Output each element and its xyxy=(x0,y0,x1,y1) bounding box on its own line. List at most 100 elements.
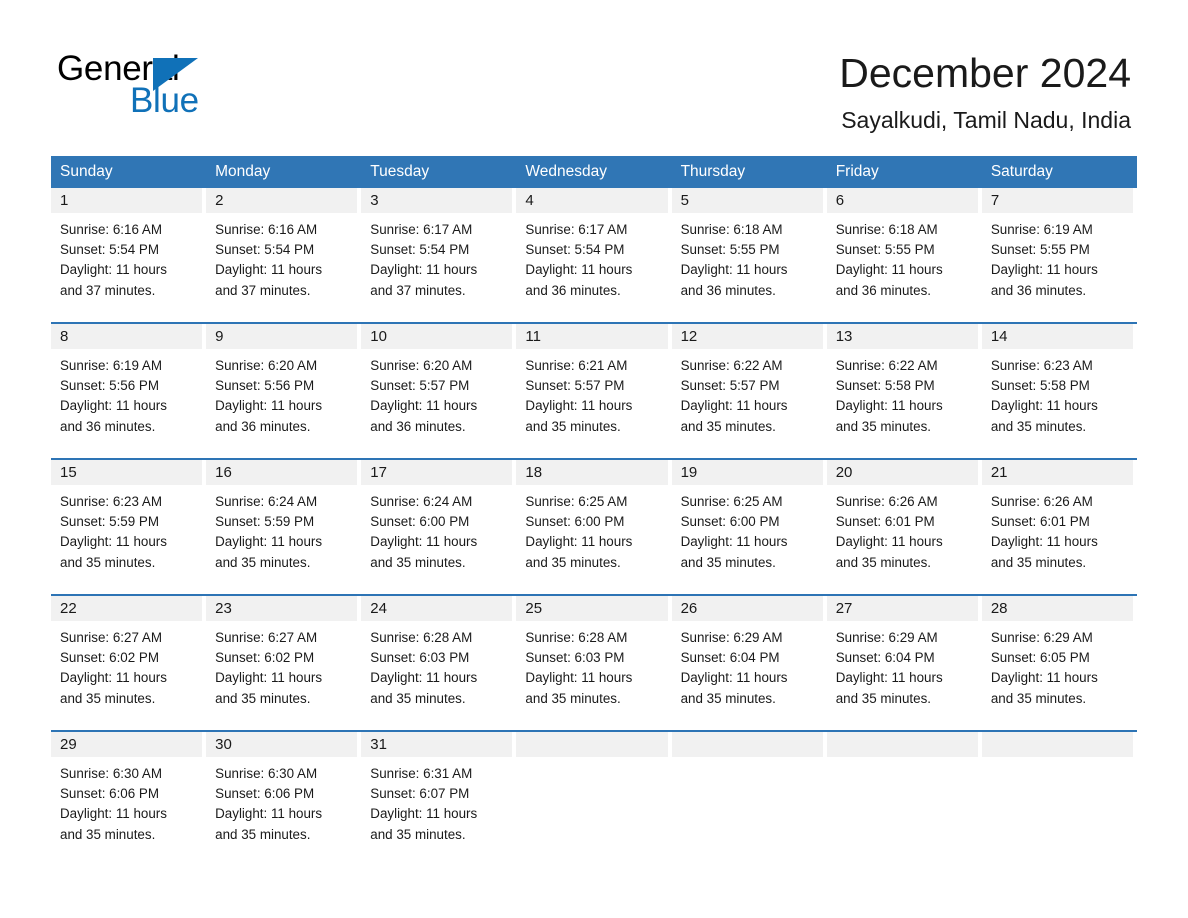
day-detail-daylight-line1: Daylight: 11 hours xyxy=(215,806,323,822)
day-number-band xyxy=(516,732,668,757)
day-detail-sunrise: Sunrise: 6:23 AM xyxy=(990,358,1093,373)
day-detail-daylight-line2: and 35 minutes. xyxy=(680,690,776,706)
day-detail-sunrise: Sunrise: 6:24 AM xyxy=(215,494,318,509)
day-number-band: 21 xyxy=(981,460,1133,485)
calendar-day-cell[interactable]: 6 Sunrise: 6:18 AM Sunset: 5:55 PM Daylight… xyxy=(826,188,982,313)
day-detail-daylight-line2: and 35 minutes. xyxy=(835,554,931,570)
calendar-day-cell[interactable]: 7 Sunrise: 6:19 AM Sunset: 5:55 PM Daylight… xyxy=(981,188,1137,313)
calendar-day-cell[interactable]: 22 Sunrise: 6:27 AM Sunset: 6:02 PM Dayligh… xyxy=(51,596,206,721)
day-details: Sunrise: 6:18 AM Sunset: 5:55 PM Daylight:… xyxy=(672,213,823,313)
calendar-day-cell[interactable]: 16 Sunrise: 6:24 AM Sunset: 5:59 PM Dayligh… xyxy=(206,460,361,585)
day-detail-sunrise: Sunrise: 6:25 AM xyxy=(680,494,783,509)
calendar-day-cell[interactable]: 13 Sunrise: 6:22 AM Sunset: 5:58 PM Dayligh… xyxy=(826,324,982,449)
day-details: Sunrise: 6:31 AM Sunset: 6:07 PM Daylight:… xyxy=(361,757,512,857)
calendar-day-cell[interactable]: 23 Sunrise: 6:27 AM Sunset: 6:02 PM Dayligh… xyxy=(206,596,361,721)
calendar-day-cell[interactable]: 26 Sunrise: 6:29 AM Sunset: 6:04 PM Dayligh… xyxy=(671,596,827,721)
calendar-day-cell[interactable]: 24 Sunrise: 6:28 AM Sunset: 6:03 PM Dayligh… xyxy=(361,596,516,721)
day-detail-daylight-line2: and 35 minutes. xyxy=(370,826,466,842)
location-subtitle: Sayalkudi, Tamil Nadu, India xyxy=(841,107,1131,133)
day-number-band: 17 xyxy=(361,460,513,485)
day-number: 15 xyxy=(60,464,77,481)
day-number-band: 28 xyxy=(981,596,1133,621)
day-detail-sunset: Sunset: 6:04 PM xyxy=(835,650,935,666)
day-details: Sunrise: 6:30 AM Sunset: 6:06 PM Daylight:… xyxy=(51,757,202,857)
calendar-day-cell[interactable]: 1 Sunrise: 6:16 AM Sunset: 5:54 PM Daylight… xyxy=(51,188,206,313)
day-detail-daylight-line1: Daylight: 11 hours xyxy=(60,670,167,686)
calendar-week-row: 22 Sunrise: 6:27 AM Sunset: 6:02 PM Dayligh… xyxy=(51,594,1137,721)
calendar-day-cell[interactable]: 8 Sunrise: 6:19 AM Sunset: 5:56 PM Daylight… xyxy=(51,324,206,449)
calendar-day-cell[interactable]: 25 Sunrise: 6:28 AM Sunset: 6:03 PM Dayligh… xyxy=(516,596,671,721)
day-number-band: 2 xyxy=(206,188,358,213)
day-detail-sunset: Sunset: 5:56 PM xyxy=(60,378,159,394)
calendar-day-cell[interactable]: 3 Sunrise: 6:17 AM Sunset: 5:54 PM Daylight… xyxy=(361,188,516,313)
day-number-band: 22 xyxy=(51,596,203,621)
day-detail-sunrise: Sunrise: 6:28 AM xyxy=(525,630,628,645)
weekday-header-friday: Friday xyxy=(835,163,879,180)
day-detail-sunrise: Sunrise: 6:19 AM xyxy=(60,358,162,373)
calendar-day-cell[interactable]: 15 Sunrise: 6:23 AM Sunset: 5:59 PM Dayligh… xyxy=(51,460,206,585)
day-detail-daylight-line1: Daylight: 11 hours xyxy=(370,806,478,822)
day-details: Sunrise: 6:27 AM Sunset: 6:02 PM Daylight:… xyxy=(206,621,357,721)
day-number-band: 10 xyxy=(361,324,513,349)
calendar-day-cell[interactable]: 11 Sunrise: 6:21 AM Sunset: 5:57 PM Dayligh… xyxy=(516,324,671,449)
weekday-header-thursday: Thursday xyxy=(680,163,746,180)
logo-text-blue: Blue xyxy=(130,81,199,120)
day-number-band: 7 xyxy=(981,188,1133,213)
calendar-day-cell[interactable]: 31 Sunrise: 6:31 AM Sunset: 6:07 PM Dayligh… xyxy=(361,732,516,857)
day-number: 14 xyxy=(990,328,1008,345)
day-number-band: 18 xyxy=(516,460,668,485)
calendar-day-cell[interactable]: 12 Sunrise: 6:22 AM Sunset: 5:57 PM Dayligh… xyxy=(671,324,827,449)
calendar-day-cell[interactable]: 17 Sunrise: 6:24 AM Sunset: 6:00 PM Dayligh… xyxy=(361,460,516,585)
calendar-day-cell[interactable]: 28 Sunrise: 6:29 AM Sunset: 6:05 PM Dayligh… xyxy=(981,596,1137,721)
calendar-day-cell[interactable]: 9 Sunrise: 6:20 AM Sunset: 5:56 PM Daylight… xyxy=(206,324,361,449)
calendar-day-cell[interactable]: 2 Sunrise: 6:16 AM Sunset: 5:54 PM Daylight… xyxy=(206,188,361,313)
day-number: 29 xyxy=(60,736,77,753)
day-detail-daylight-line2: and 35 minutes. xyxy=(835,690,931,706)
day-detail-daylight-line1: Daylight: 11 hours xyxy=(680,398,788,414)
day-detail-sunrise: Sunrise: 6:20 AM xyxy=(215,358,318,373)
calendar-day-cell[interactable]: 30 Sunrise: 6:30 AM Sunset: 6:06 PM Dayligh… xyxy=(206,732,361,857)
day-details: Sunrise: 6:25 AM Sunset: 6:00 PM Daylight:… xyxy=(672,485,823,585)
day-detail-sunset: Sunset: 6:01 PM xyxy=(990,514,1090,530)
calendar-day-cell[interactable]: 14 Sunrise: 6:23 AM Sunset: 5:58 PM Dayligh… xyxy=(981,324,1137,449)
calendar-day-cell[interactable]: 27 Sunrise: 6:29 AM Sunset: 6:04 PM Dayligh… xyxy=(826,596,982,721)
day-detail-daylight-line2: and 35 minutes. xyxy=(60,554,156,570)
calendar-day-cell[interactable]: 10 Sunrise: 6:20 AM Sunset: 5:57 PM Dayligh… xyxy=(361,324,516,449)
day-detail-daylight-line1: Daylight: 11 hours xyxy=(835,398,943,414)
calendar-day-cell[interactable]: 18 Sunrise: 6:25 AM Sunset: 6:00 PM Dayligh… xyxy=(516,460,671,585)
day-detail-daylight-line1: Daylight: 11 hours xyxy=(370,262,478,278)
day-details xyxy=(672,757,823,857)
day-number-band xyxy=(826,732,978,757)
day-detail-daylight-line1: Daylight: 11 hours xyxy=(60,262,167,278)
day-detail-daylight-line2: and 36 minutes. xyxy=(215,418,311,434)
calendar-day-cell[interactable]: 19 Sunrise: 6:25 AM Sunset: 6:00 PM Dayligh… xyxy=(671,460,827,585)
day-detail-daylight-line1: Daylight: 11 hours xyxy=(215,262,323,278)
weekday-header-sunday: Sunday xyxy=(60,163,113,180)
calendar-empty-cell xyxy=(671,732,827,857)
calendar-grid: Sunday Monday Tuesday Wednesday Thursday Frid… xyxy=(51,156,1137,857)
day-detail-daylight-line1: Daylight: 11 hours xyxy=(60,534,167,550)
calendar-day-cell[interactable]: 20 Sunrise: 6:26 AM Sunset: 6:01 PM Dayligh… xyxy=(826,460,982,585)
day-detail-sunrise: Sunrise: 6:30 AM xyxy=(60,766,162,781)
day-detail-sunrise: Sunrise: 6:29 AM xyxy=(680,630,783,645)
day-number-band: 19 xyxy=(671,460,823,485)
day-number: 18 xyxy=(525,464,543,481)
day-details: Sunrise: 6:19 AM Sunset: 5:56 PM Daylight:… xyxy=(51,349,202,449)
calendar-day-cell[interactable]: 21 Sunrise: 6:26 AM Sunset: 6:01 PM Dayligh… xyxy=(981,460,1137,585)
calendar-day-cell[interactable]: 4 Sunrise: 6:17 AM Sunset: 5:54 PM Daylight… xyxy=(516,188,671,313)
day-detail-sunset: Sunset: 5:57 PM xyxy=(370,378,470,394)
day-detail-daylight-line2: and 35 minutes. xyxy=(215,554,311,570)
day-detail-daylight-line1: Daylight: 11 hours xyxy=(60,398,167,414)
day-detail-sunset: Sunset: 5:59 PM xyxy=(215,514,315,530)
day-detail-daylight-line2: and 36 minutes. xyxy=(525,282,621,298)
calendar-empty-cell xyxy=(981,732,1137,857)
calendar-day-cell[interactable]: 5 Sunrise: 6:18 AM Sunset: 5:55 PM Daylight… xyxy=(671,188,827,313)
day-number: 4 xyxy=(525,192,534,209)
day-number: 3 xyxy=(370,192,379,209)
day-details: Sunrise: 6:27 AM Sunset: 6:02 PM Daylight:… xyxy=(51,621,202,721)
day-number-band: 8 xyxy=(51,324,203,349)
day-detail-daylight-line2: and 35 minutes. xyxy=(990,418,1087,434)
calendar-day-cell[interactable]: 29 Sunrise: 6:30 AM Sunset: 6:06 PM Dayligh… xyxy=(51,732,206,857)
day-detail-sunrise: Sunrise: 6:31 AM xyxy=(370,766,473,781)
day-details: Sunrise: 6:29 AM Sunset: 6:04 PM Daylight:… xyxy=(827,621,978,721)
